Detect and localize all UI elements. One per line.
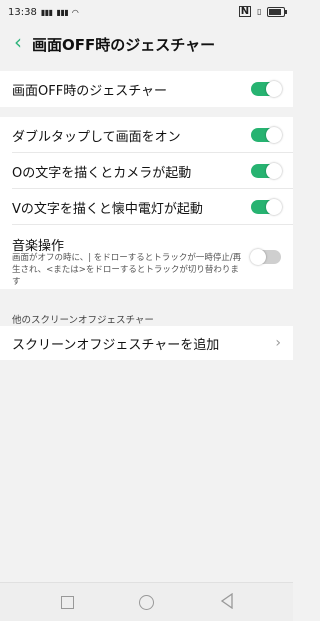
gesture-row-camera[interactable]: Oの文字を描くとカメラが起動	[0, 153, 293, 189]
gesture-row-music[interactable]: 音楽操作 画面がオフの時に、| をドローするとトラックが一時停止/再生され、<ま…	[0, 225, 293, 289]
add-gesture-label: スクリーンオフジェスチャーを追加	[12, 337, 220, 353]
gestures-section: ダブルタップして画面をオン Oの文字を描くとカメラが起動 Vの文字を描くと懐中電…	[0, 117, 293, 289]
back-triangle-icon[interactable]	[220, 593, 234, 609]
gesture-label: ダブルタップして画面をオン	[12, 129, 181, 145]
navigation-bar	[0, 582, 293, 621]
status-bar: 13:38 ▮▮▮ ▮▮▮ ◠ N ▯	[0, 0, 293, 26]
toggle-knob	[250, 249, 266, 265]
toggle-knob	[266, 81, 282, 97]
camera-gesture-toggle[interactable]	[251, 163, 282, 179]
signal-icon: ▮▮▮	[40, 8, 53, 17]
master-toggle[interactable]	[251, 81, 282, 97]
back-arrow-icon[interactable]: ‹	[8, 32, 28, 52]
status-right: N ▯	[238, 6, 287, 17]
gesture-label: Oの文字を描くとカメラが起動	[12, 165, 192, 181]
flashlight-gesture-toggle[interactable]	[251, 199, 282, 215]
gesture-row-double-tap[interactable]: ダブルタップして画面をオン	[0, 117, 293, 153]
wifi-icon: ◠	[72, 8, 78, 17]
master-section: 画面OFF時のジェスチャー	[0, 71, 293, 107]
add-gesture-row[interactable]: スクリーンオフジェスチャーを追加 ›	[0, 326, 293, 360]
app-header: ‹ 画面OFF時のジェスチャー	[0, 26, 293, 60]
signal-icon-2: ▮▮▮	[56, 8, 69, 17]
gesture-label: Vの文字を描くと懐中電灯が起動	[12, 201, 203, 217]
page-title: 画面OFF時のジェスチャー	[32, 36, 216, 54]
battery-icon	[267, 6, 287, 17]
chevron-right-icon: ›	[275, 335, 281, 351]
music-control-toggle[interactable]	[250, 249, 281, 265]
recent-apps-icon[interactable]	[61, 596, 74, 609]
status-left: 13:38 ▮▮▮ ▮▮▮ ◠	[8, 7, 78, 18]
vibrate-icon: ▯	[257, 7, 261, 16]
nfc-icon: N	[238, 6, 252, 17]
status-time: 13:38	[8, 7, 37, 18]
other-gestures-section-label: 他のスクリーンオフジェスチャー	[12, 315, 154, 326]
toggle-knob	[266, 127, 282, 143]
double-tap-toggle[interactable]	[251, 127, 282, 143]
toggle-knob	[266, 199, 282, 215]
music-control-description: 画面がオフの時に、| をドローするとトラックが一時停止/再生され、<または>をド…	[12, 253, 242, 287]
master-toggle-row[interactable]: 画面OFF時のジェスチャー	[0, 71, 293, 107]
add-gesture-section: スクリーンオフジェスチャーを追加 ›	[0, 326, 293, 360]
gesture-row-flashlight[interactable]: Vの文字を描くと懐中電灯が起動	[0, 189, 293, 225]
home-icon[interactable]	[139, 595, 154, 610]
master-toggle-label: 画面OFF時のジェスチャー	[12, 83, 168, 99]
toggle-knob	[266, 163, 282, 179]
